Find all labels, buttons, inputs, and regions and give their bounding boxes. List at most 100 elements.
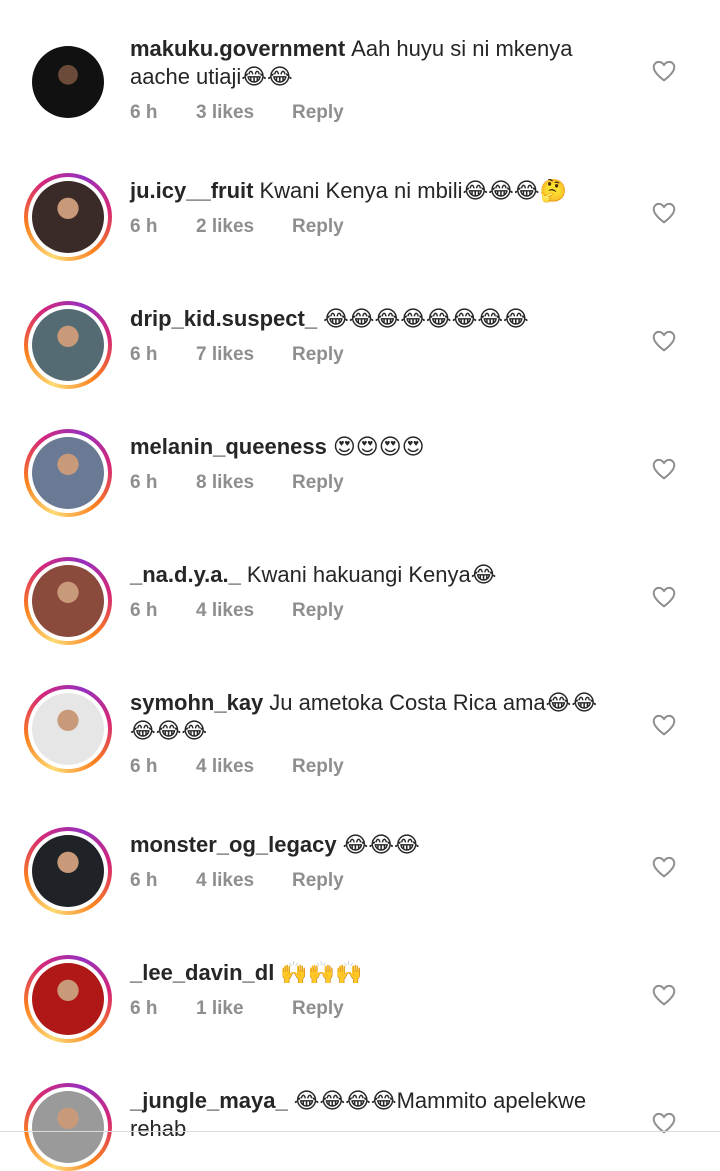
comment-timestamp: 6 h	[130, 344, 158, 365]
comment-timestamp: 6 h	[130, 756, 158, 777]
comment-likes[interactable]: 4 likes	[196, 600, 292, 622]
story-ring-gap	[28, 433, 108, 513]
comment-text: Kwani hakuangi Kenya😂	[246, 562, 497, 587]
heart-outline-icon[interactable]	[651, 1110, 677, 1136]
story-ring-gap	[28, 561, 108, 641]
comment-content: ju.icy__fruit Kwani Kenya ni mbili😂😂😂🤔 6 h…	[130, 177, 620, 238]
story-ring[interactable]	[24, 955, 112, 1043]
comment-content: _lee_davin_dl 🙌🙌🙌 6 h 1 like Reply	[130, 959, 620, 1020]
comment-meta: 6 h 4 likes Reply	[130, 756, 620, 778]
comment-likes[interactable]: 1 like	[196, 998, 292, 1020]
avatar[interactable]	[32, 835, 104, 907]
story-ring-gap	[28, 177, 108, 257]
comment-timestamp: 6 h	[130, 600, 158, 621]
comment-text: 😍😍😍😍	[332, 434, 425, 459]
comment-username[interactable]: makuku.government	[130, 36, 345, 61]
comment-meta: 6 h 1 like Reply	[130, 998, 620, 1020]
comment-meta: 6 h 2 likes Reply	[130, 216, 620, 238]
heart-outline-icon[interactable]	[651, 854, 677, 880]
heart-outline-icon[interactable]	[651, 328, 677, 354]
comment-text: 🙌🙌🙌	[280, 960, 363, 985]
bottom-divider	[0, 1131, 720, 1132]
comment-username[interactable]: symohn_kay	[130, 690, 263, 715]
comment-content: _jungle_maya_ 😂😂😂😂Mammito apelekwe rehab	[130, 1087, 620, 1143]
comment-content: makuku.government Aah huyu si ni mkenya a…	[130, 35, 620, 124]
story-ring[interactable]	[24, 429, 112, 517]
comment-body: melanin_queeness 😍😍😍😍	[130, 433, 620, 461]
comment-body: _na.d.y.a._ Kwani hakuangi Kenya😂	[130, 561, 620, 589]
comment-likes[interactable]: 4 likes	[196, 870, 292, 892]
avatar[interactable]	[32, 963, 104, 1035]
comment-likes[interactable]: 7 likes	[196, 344, 292, 366]
comment-username[interactable]: melanin_queeness	[130, 434, 327, 459]
comment-body: makuku.government Aah huyu si ni mkenya a…	[130, 35, 620, 91]
comment-content: symohn_kay Ju ametoka Costa Rica ama😂😂😂😂😂…	[130, 689, 620, 778]
heart-outline-icon[interactable]	[651, 200, 677, 226]
comment-content: monster_og_legacy 😂😂😂 6 h 4 likes Reply	[130, 831, 620, 892]
reply-button[interactable]: Reply	[292, 344, 344, 366]
story-ring-gap	[28, 959, 108, 1039]
comment-body: _jungle_maya_ 😂😂😂😂Mammito apelekwe rehab	[130, 1087, 620, 1143]
comment-username[interactable]: _lee_davin_dl	[130, 960, 274, 985]
comment-username[interactable]: drip_kid.suspect_	[130, 306, 317, 331]
avatar[interactable]	[32, 693, 104, 765]
comment-timestamp: 6 h	[130, 102, 158, 123]
comment-likes[interactable]: 4 likes	[196, 756, 292, 778]
comment-body: ju.icy__fruit Kwani Kenya ni mbili😂😂😂🤔	[130, 177, 620, 205]
reply-button[interactable]: Reply	[292, 756, 344, 778]
reply-button[interactable]: Reply	[292, 472, 344, 494]
comment-timestamp: 6 h	[130, 870, 158, 891]
comment-meta: 6 h 7 likes Reply	[130, 344, 620, 366]
comment-meta: 6 h 4 likes Reply	[130, 870, 620, 892]
avatar[interactable]	[32, 46, 104, 118]
reply-button[interactable]: Reply	[292, 998, 344, 1020]
comment-body: drip_kid.suspect_ 😂😂😂😂😂😂😂😂	[130, 305, 620, 333]
story-ring[interactable]	[24, 685, 112, 773]
reply-button[interactable]: Reply	[292, 216, 344, 238]
avatar[interactable]	[32, 181, 104, 253]
avatar-container[interactable]	[24, 38, 112, 126]
story-ring-gap	[28, 689, 108, 769]
comment-body: _lee_davin_dl 🙌🙌🙌	[130, 959, 620, 987]
story-ring-gap	[28, 1087, 108, 1167]
comment-content: drip_kid.suspect_ 😂😂😂😂😂😂😂😂 6 h 7 likes Reply	[130, 305, 620, 366]
comment-content: melanin_queeness 😍😍😍😍 6 h 8 likes Reply	[130, 433, 620, 494]
reply-button[interactable]: Reply	[292, 102, 344, 124]
heart-outline-icon[interactable]	[651, 456, 677, 482]
heart-outline-icon[interactable]	[651, 584, 677, 610]
avatar[interactable]	[32, 1091, 104, 1163]
comment-likes[interactable]: 2 likes	[196, 216, 292, 238]
comment-text: 😂😂😂	[342, 832, 420, 857]
comment-meta: 6 h 8 likes Reply	[130, 472, 620, 494]
comment-likes[interactable]: 3 likes	[196, 102, 292, 124]
avatar[interactable]	[32, 565, 104, 637]
heart-outline-icon[interactable]	[651, 58, 677, 84]
heart-outline-icon[interactable]	[651, 712, 677, 738]
story-ring[interactable]	[24, 173, 112, 261]
comment-likes[interactable]: 8 likes	[196, 472, 292, 494]
comment-content: _na.d.y.a._ Kwani hakuangi Kenya😂 6 h 4 lik…	[130, 561, 620, 622]
comment-body: monster_og_legacy 😂😂😂	[130, 831, 620, 859]
comment-meta: 6 h 4 likes Reply	[130, 600, 620, 622]
story-ring[interactable]	[24, 1083, 112, 1171]
reply-button[interactable]: Reply	[292, 600, 344, 622]
comment-timestamp: 6 h	[130, 998, 158, 1019]
comment-timestamp: 6 h	[130, 472, 158, 493]
story-ring[interactable]	[24, 557, 112, 645]
story-ring[interactable]	[24, 301, 112, 389]
comment-list: makuku.government Aah huyu si ni mkenya a…	[0, 0, 720, 1171]
avatar[interactable]	[32, 437, 104, 509]
comment-username[interactable]: _jungle_maya_	[130, 1088, 288, 1113]
comment-username[interactable]: _na.d.y.a._	[130, 562, 241, 587]
avatar[interactable]	[32, 309, 104, 381]
story-ring[interactable]	[24, 827, 112, 915]
comment-body: symohn_kay Ju ametoka Costa Rica ama😂😂😂😂😂	[130, 689, 620, 745]
story-ring-gap	[28, 305, 108, 385]
heart-outline-icon[interactable]	[651, 982, 677, 1008]
comment-text: Kwani Kenya ni mbili😂😂😂🤔	[259, 178, 567, 203]
comment-username[interactable]: ju.icy__fruit	[130, 178, 253, 203]
comment-meta: 6 h 3 likes Reply	[130, 102, 620, 124]
comment-timestamp: 6 h	[130, 216, 158, 237]
comment-username[interactable]: monster_og_legacy	[130, 832, 337, 857]
reply-button[interactable]: Reply	[292, 870, 344, 892]
